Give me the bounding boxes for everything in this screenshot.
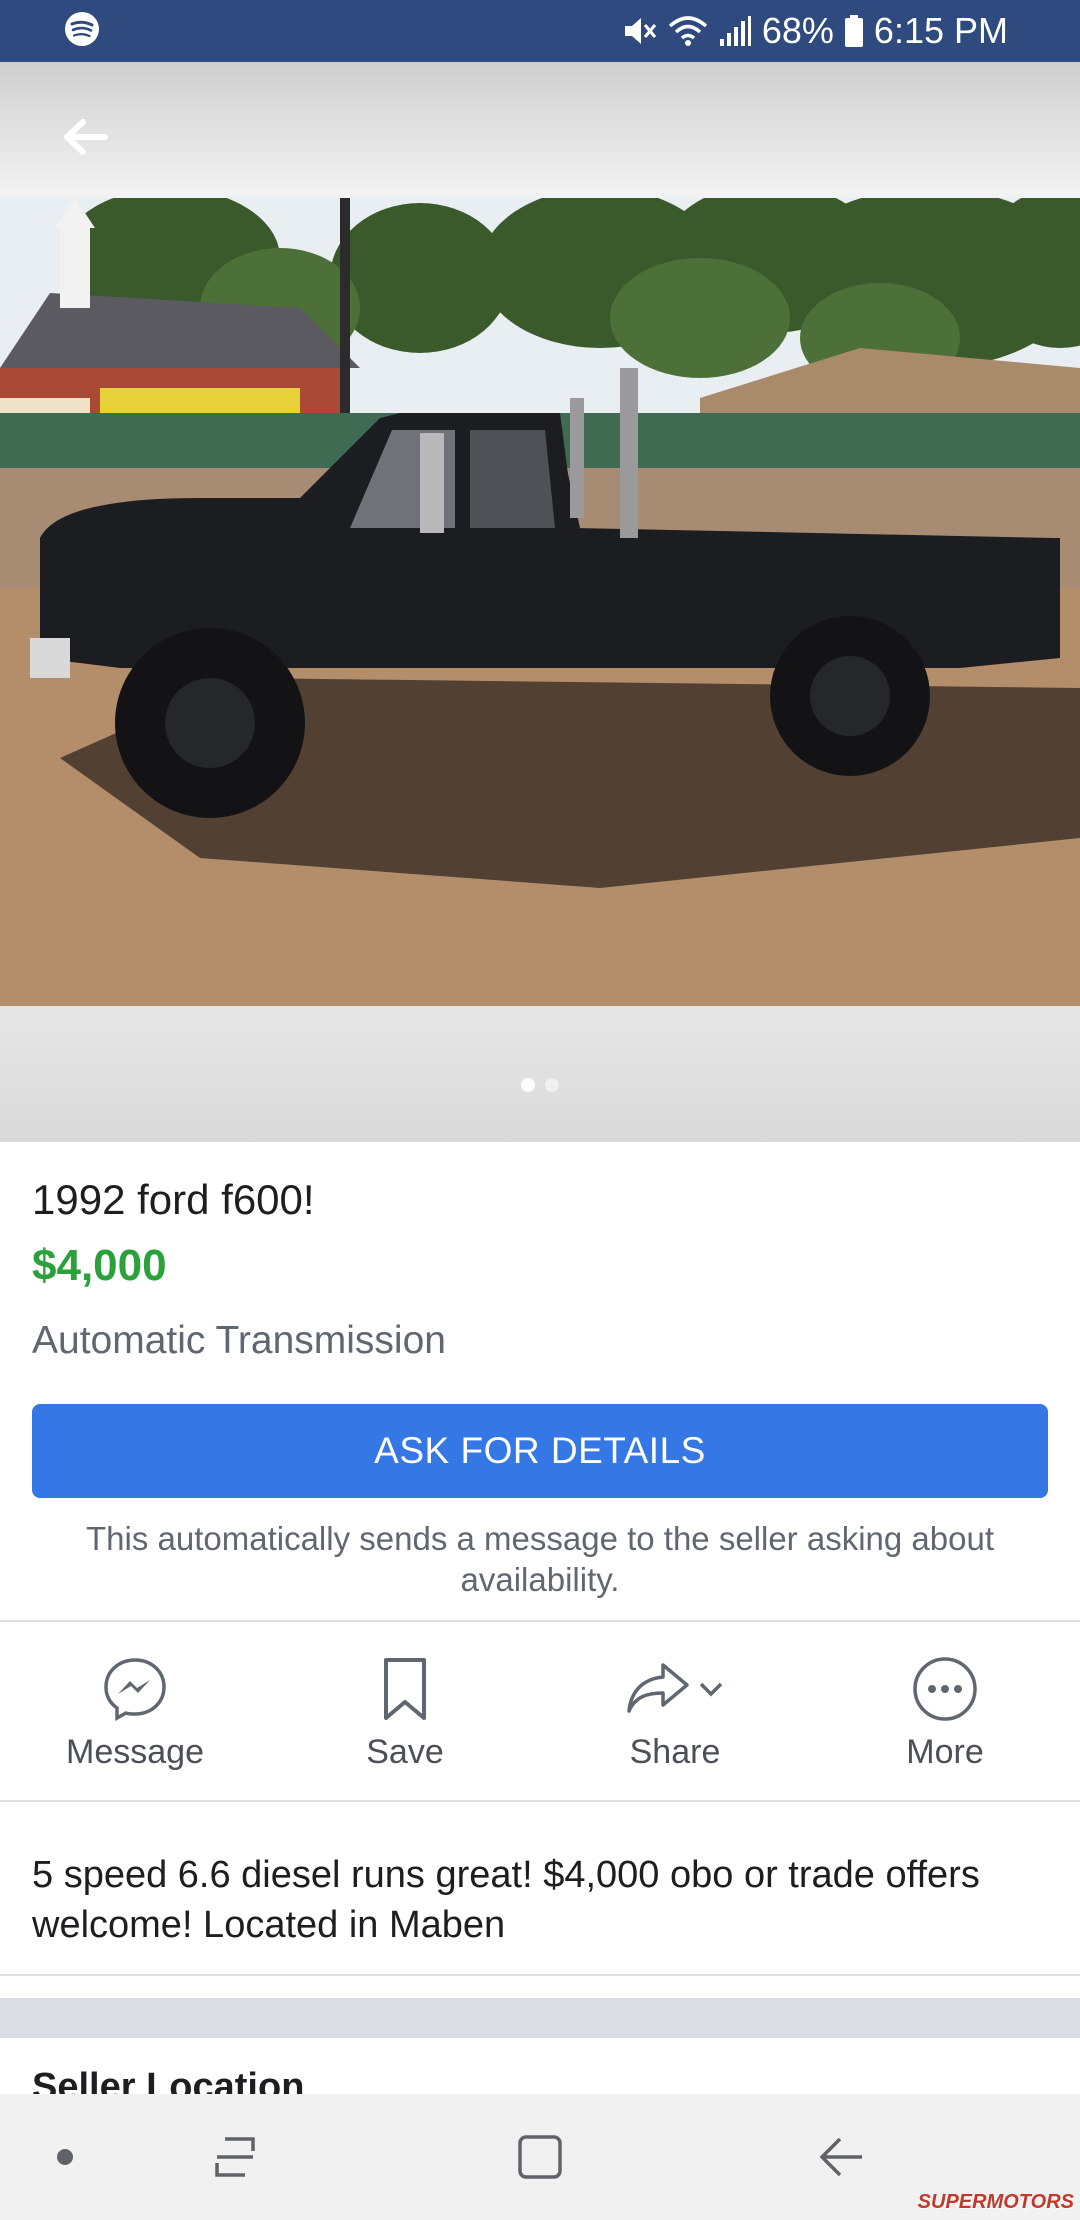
ask-note: This automatically sends a message to th… xyxy=(86,1520,994,1598)
listing-title: 1992 ford f600! xyxy=(32,1176,315,1223)
listing-info: 1992 ford f600! $4,000 Automatic Transmi… xyxy=(32,1170,1048,1370)
listing-price: $4,000 xyxy=(32,1241,167,1290)
dot-icon xyxy=(57,2149,73,2165)
watermark: SUPERMOTORS xyxy=(917,2191,1074,2213)
wifi-icon xyxy=(668,14,708,48)
nav-dot-button[interactable] xyxy=(40,2094,90,2220)
navigation-bar: SUPERMOTORS xyxy=(0,2094,1080,2220)
share-label: Share xyxy=(629,1732,721,1771)
spotify-icon xyxy=(64,11,100,52)
section-separator xyxy=(0,1998,1080,2038)
recents-button[interactable] xyxy=(200,2094,270,2220)
share-icon xyxy=(627,1662,689,1713)
back-arrow-icon xyxy=(64,119,108,155)
status-bar: 68% 6:15 PM xyxy=(0,0,1080,62)
save-button[interactable]: Save xyxy=(270,1626,540,1798)
back-icon xyxy=(819,2137,862,2177)
more-button[interactable]: More xyxy=(810,1626,1080,1798)
mute-icon xyxy=(622,14,658,48)
message-button[interactable]: Message xyxy=(0,1626,270,1798)
clock: 6:15 PM xyxy=(873,10,1008,51)
more-icon xyxy=(913,1656,977,1721)
battery-percent: 68% xyxy=(761,10,834,51)
pager-dot[interactable] xyxy=(545,1078,559,1092)
photo-gallery[interactable] xyxy=(0,62,1080,1142)
chevron-down-icon xyxy=(699,1682,723,1696)
divider xyxy=(0,1620,1080,1622)
recents-icon xyxy=(215,2137,255,2177)
divider xyxy=(0,1974,1080,1976)
listing-subtitle: Automatic Transmission xyxy=(32,1319,446,1362)
back-nav-button[interactable] xyxy=(800,2094,880,2220)
message-label: Message xyxy=(66,1732,204,1771)
back-button[interactable] xyxy=(40,92,130,182)
share-button[interactable]: Share xyxy=(540,1626,810,1798)
listing-photo[interactable] xyxy=(0,198,1080,1006)
action-row: Message Save Share More xyxy=(0,1626,1080,1798)
home-button[interactable] xyxy=(500,2094,580,2220)
messenger-icon xyxy=(104,1657,166,1721)
photo-pager[interactable] xyxy=(0,1078,1080,1092)
listing-description: 5 speed 6.6 diesel runs great! $4,000 ob… xyxy=(32,1854,980,1946)
save-label: Save xyxy=(366,1732,444,1771)
home-icon xyxy=(518,2135,562,2179)
divider xyxy=(0,1800,1080,1802)
signal-icon xyxy=(718,15,752,47)
ask-for-details-button[interactable]: ASK FOR DETAILS xyxy=(32,1404,1048,1498)
bookmark-icon xyxy=(384,1657,426,1720)
more-label: More xyxy=(906,1732,984,1771)
battery-icon xyxy=(844,14,864,48)
pager-dot-active[interactable] xyxy=(521,1078,535,1092)
